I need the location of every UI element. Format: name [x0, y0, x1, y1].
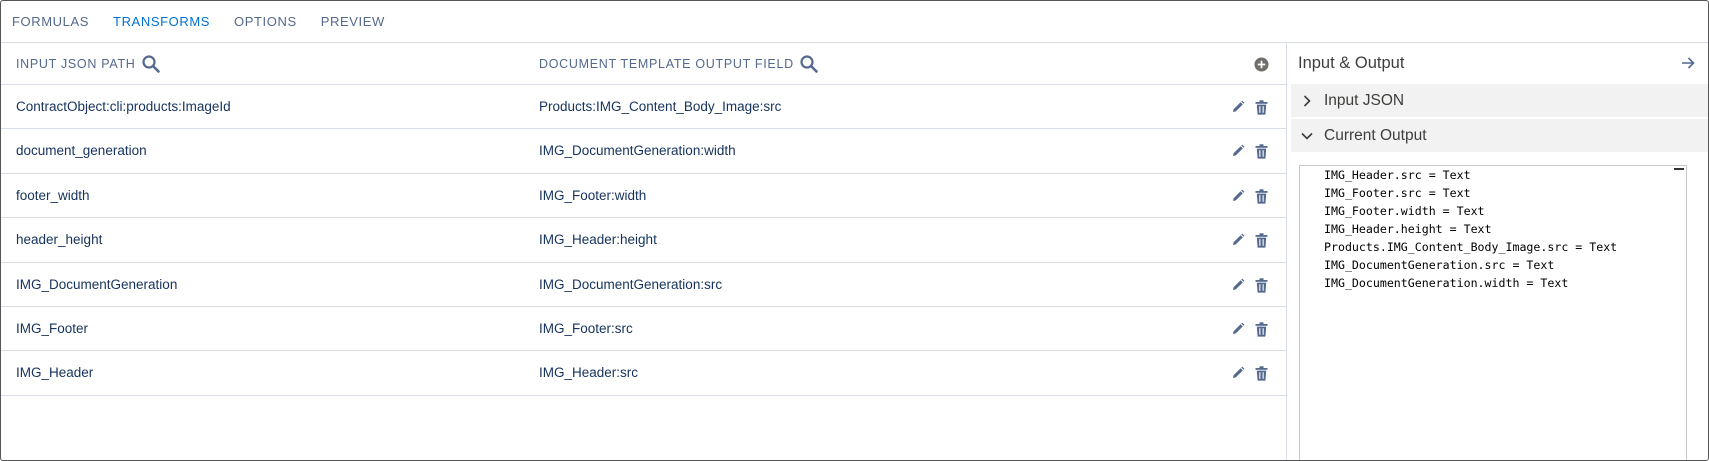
scrollbar-thumb[interactable]	[1674, 168, 1684, 170]
pencil-icon[interactable]	[1231, 366, 1245, 380]
table-row: footer_width IMG_Footer:width	[1, 174, 1286, 219]
output-field-cell: IMG_Footer:src	[539, 320, 633, 336]
trash-icon[interactable]	[1255, 189, 1268, 204]
output-line: IMG_DocumentGeneration.width = Text	[1324, 276, 1569, 290]
output-line: IMG_DocumentGeneration.src = Text	[1324, 258, 1555, 272]
search-icon[interactable]	[799, 54, 819, 74]
input-json-path-cell: header_height	[16, 232, 103, 248]
input-json-path-cell: IMG_Header	[16, 365, 94, 381]
current-output-editor[interactable]: IMG_Header.src = Text IMG_Footer.src = Te…	[1299, 165, 1687, 460]
table-header: INPUT JSON PATH DOCUMENT TEMPLATE OUTPUT…	[1, 43, 1286, 85]
search-icon[interactable]	[141, 54, 161, 74]
trash-icon[interactable]	[1255, 322, 1268, 337]
pencil-icon[interactable]	[1231, 278, 1245, 292]
output-field-cell: IMG_Footer:width	[539, 187, 647, 203]
section-input-json[interactable]: Input JSON	[1291, 84, 1708, 117]
column-header-label: INPUT JSON PATH	[16, 57, 136, 71]
pencil-icon[interactable]	[1231, 189, 1245, 203]
trash-icon[interactable]	[1255, 144, 1268, 159]
tab-formulas[interactable]: FORMULAS	[12, 1, 89, 43]
column-header-output-field: DOCUMENT TEMPLATE OUTPUT FIELD	[539, 43, 819, 85]
pencil-icon[interactable]	[1231, 100, 1245, 114]
chevron-right-icon	[1303, 94, 1311, 107]
arrow-right-icon[interactable]	[1681, 56, 1695, 70]
output-line: IMG_Footer.width = Text	[1324, 204, 1485, 218]
trash-icon[interactable]	[1255, 233, 1268, 248]
trash-icon[interactable]	[1255, 366, 1268, 381]
tab-options[interactable]: OPTIONS	[234, 1, 297, 43]
output-field-cell: IMG_Header:src	[539, 365, 639, 381]
output-line: IMG_Header.src = Text	[1324, 168, 1471, 182]
transforms-table: INPUT JSON PATH DOCUMENT TEMPLATE OUTPUT…	[1, 43, 1287, 460]
column-header-label: DOCUMENT TEMPLATE OUTPUT FIELD	[539, 57, 794, 71]
output-line: IMG_Footer.src = Text	[1324, 186, 1471, 200]
output-field-cell: IMG_DocumentGeneration:width	[539, 143, 736, 159]
output-line: Products.IMG_Content_Body_Image.src = Te…	[1324, 240, 1618, 254]
table-row: header_height IMG_Header:height	[1, 218, 1286, 263]
section-label: Current Output	[1324, 126, 1427, 144]
output-code: IMG_Header.src = Text IMG_Footer.src = Te…	[1300, 166, 1686, 292]
table-row: IMG_Footer IMG_Footer:src	[1, 307, 1286, 352]
trash-icon[interactable]	[1255, 100, 1268, 115]
output-field-cell: IMG_DocumentGeneration:src	[539, 276, 723, 292]
tab-preview[interactable]: PREVIEW	[321, 1, 385, 43]
table-body: ContractObject:cli:products:ImageId Produ…	[1, 85, 1286, 396]
table-row: document_generation IMG_DocumentGeneratio…	[1, 129, 1286, 174]
section-label: Input JSON	[1324, 91, 1405, 109]
trash-icon[interactable]	[1255, 277, 1268, 293]
panel-title: Input & Output	[1298, 54, 1405, 72]
app-frame: FORMULAS TRANSFORMS OPTIONS PREVIEW INPU…	[0, 0, 1709, 461]
input-json-path-cell: IMG_DocumentGeneration	[16, 276, 178, 292]
table-row: ContractObject:cli:products:ImageId Produ…	[1, 85, 1286, 130]
chevron-down-icon	[1301, 132, 1313, 140]
section-current-output[interactable]: Current Output	[1291, 119, 1708, 152]
tab-transforms[interactable]: TRANSFORMS	[113, 1, 210, 43]
pencil-icon[interactable]	[1231, 322, 1245, 336]
table-row: IMG_Header IMG_Header:src	[1, 351, 1286, 396]
input-json-path-cell: IMG_Footer	[16, 320, 89, 336]
output-field-cell: IMG_Header:height	[539, 232, 657, 248]
input-output-panel: Input & Output Input JSON Current Output…	[1288, 43, 1708, 460]
output-field-cell: Products:IMG_Content_Body_Image:src	[539, 99, 782, 114]
column-header-input-json-path: INPUT JSON PATH	[16, 43, 161, 85]
input-json-path-cell: document_generation	[16, 143, 147, 159]
tab-bar: FORMULAS TRANSFORMS OPTIONS PREVIEW	[1, 1, 1708, 43]
output-line: IMG_Header.height = Text	[1324, 222, 1492, 236]
pencil-icon[interactable]	[1231, 144, 1245, 158]
input-json-path-cell: ContractObject:cli:products:ImageId	[16, 99, 231, 114]
pencil-icon[interactable]	[1231, 233, 1245, 247]
add-circle-icon[interactable]	[1254, 57, 1269, 72]
input-json-path-cell: footer_width	[16, 187, 90, 203]
table-row: IMG_DocumentGeneration IMG_DocumentGenera…	[1, 263, 1286, 307]
